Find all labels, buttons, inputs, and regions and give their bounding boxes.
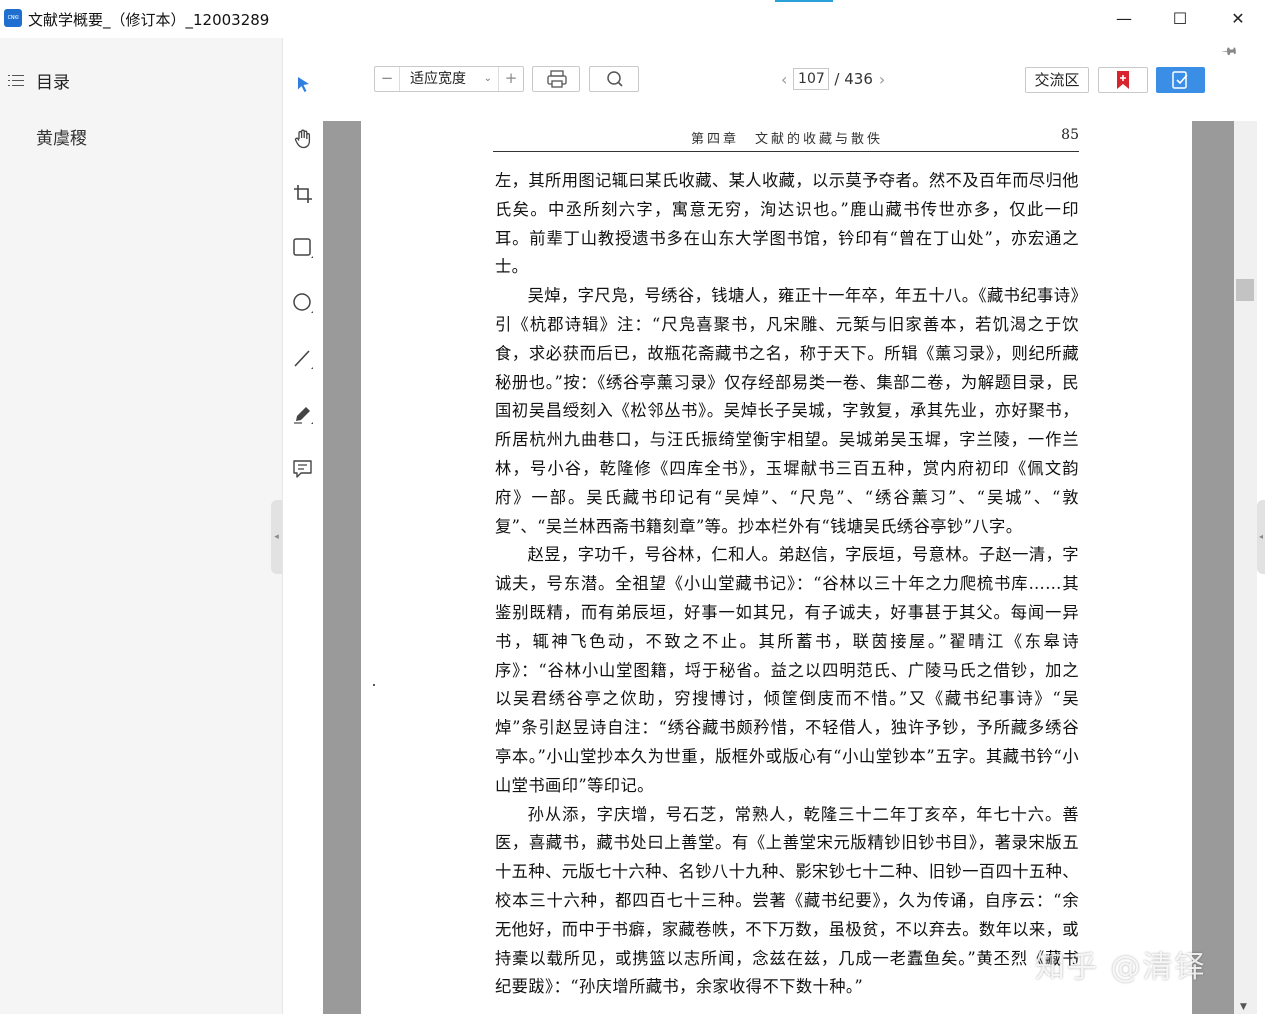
note-edit-icon — [1172, 71, 1188, 89]
page-number: 85 — [1061, 127, 1079, 143]
toc-title: 目录 — [36, 73, 70, 93]
line-icon — [294, 350, 313, 369]
scan-speck — [373, 684, 375, 686]
title-accent-line — [775, 0, 833, 2]
prev-page-button[interactable]: ‹ — [775, 70, 793, 89]
page-navigator: ‹ 107 / 436 › — [775, 68, 891, 90]
comment-icon — [293, 460, 312, 478]
pin-icon[interactable]: 🖈 — [1217, 39, 1242, 66]
total-pages: / 436 — [834, 70, 873, 88]
search-icon — [607, 71, 623, 87]
rectangle-tool-button[interactable] — [291, 236, 315, 260]
vertical-scrollbar[interactable]: ▼ — [1234, 121, 1257, 1014]
watermark: 知乎 @清铎 — [1035, 950, 1207, 985]
comment-tool-button[interactable] — [291, 457, 315, 481]
toc-header: 目录 — [8, 68, 70, 93]
zoom-out-button[interactable]: − — [375, 67, 400, 91]
page-number-input[interactable]: 107 — [793, 68, 830, 90]
notes-button[interactable] — [1156, 67, 1205, 93]
select-tool-button[interactable] — [291, 72, 315, 96]
pen-tool-button[interactable] — [291, 402, 315, 426]
chapter-running-title: 第四章 文献的收藏与散佚 — [691, 132, 884, 147]
hand-tool-button[interactable] — [291, 127, 315, 151]
crop-tool-button[interactable] — [291, 182, 315, 206]
maximize-button[interactable]: ☐ — [1160, 6, 1200, 32]
zoom-in-button[interactable]: + — [498, 67, 523, 91]
page-body: 左，其所用图记辄曰某氏收藏、某人收藏，以示莫予夺者。然不及百年而尽归他氏矣。中丞… — [495, 167, 1079, 1002]
bookmark-button[interactable] — [1098, 67, 1148, 93]
bookmark-icon — [1117, 71, 1129, 89]
toc-entry[interactable]: 黄虞稷 — [36, 124, 87, 149]
app-logo-icon: CNKI — [4, 9, 22, 27]
zoom-control: − 适应宽度 ⌄ + — [374, 66, 524, 92]
book-page: 第四章 文献的收藏与散佚 85 左，其所用图记辄曰某氏收藏、某人收藏，以示莫予夺… — [361, 121, 1192, 1014]
search-button[interactable] — [589, 66, 639, 92]
chevron-down-icon: ⌄ — [483, 73, 492, 84]
close-button[interactable]: ✕ — [1218, 6, 1258, 32]
right-panel-handle[interactable]: ◂ — [1257, 500, 1265, 574]
next-page-button[interactable]: › — [873, 70, 891, 89]
print-button[interactable] — [532, 66, 580, 92]
sidebar-collapse-handle[interactable]: ◂ — [271, 500, 282, 574]
crop-icon — [294, 185, 312, 203]
pen-icon — [294, 407, 313, 424]
paragraph: 吴焯，字尺凫，号绣谷，钱塘人，雍正十一年卒，年五十八。《藏书纪事诗》引《杭郡诗辑… — [495, 286, 1079, 536]
circle-icon — [293, 293, 313, 313]
paragraph: 左，其所用图记辄曰某氏收藏、某人收藏，以示莫予夺者。然不及百年而尽归他氏矣。中丞… — [495, 171, 1079, 277]
paragraph: 赵昱，字功千，号谷林，仁和人。弟赵信，字辰垣，号意林。子赵一清，字诚夫，号东潜。… — [495, 545, 1079, 795]
toc-sidebar: 目录 黄虞稷 — [0, 38, 283, 1014]
reader-toolbar: − 适应宽度 ⌄ + ‹ 107 / 436 › 交流区 🖈 — [323, 38, 1257, 121]
window-title: 文献学概要_（修订本）_12003289 — [28, 11, 270, 29]
document-viewport[interactable]: 第四章 文献的收藏与散佚 85 左，其所用图记辄曰某氏收藏、某人收藏，以示莫予夺… — [323, 121, 1234, 1014]
scroll-down-arrow-icon[interactable]: ▼ — [1240, 1002, 1247, 1012]
annotation-toolstrip — [283, 38, 323, 1014]
zoom-select[interactable]: 适应宽度 ⌄ — [400, 67, 498, 91]
running-header: 第四章 文献的收藏与散佚 85 — [493, 127, 1079, 152]
minimize-button[interactable]: — — [1104, 6, 1144, 32]
pointer-icon — [298, 77, 309, 92]
printer-icon — [547, 70, 567, 88]
title-bar: CNKI 文献学概要_（修订本）_12003289 — ☐ ✕ — [0, 0, 1265, 38]
line-tool-button[interactable] — [291, 347, 315, 371]
hand-icon — [294, 129, 311, 149]
rectangle-icon — [293, 238, 313, 258]
zoom-value: 适应宽度 — [410, 71, 466, 87]
circle-tool-button[interactable] — [291, 291, 315, 315]
paragraph: 孙从添，字庆增，号石芝，常熟人，乾隆三十二年丁亥卒，年七十六。善医，喜藏书，藏书… — [495, 804, 1079, 997]
exchange-area-button[interactable]: 交流区 — [1025, 67, 1089, 93]
list-icon — [8, 74, 24, 88]
scan-speck — [1075, 807, 1077, 809]
scroll-thumb[interactable] — [1236, 279, 1254, 301]
